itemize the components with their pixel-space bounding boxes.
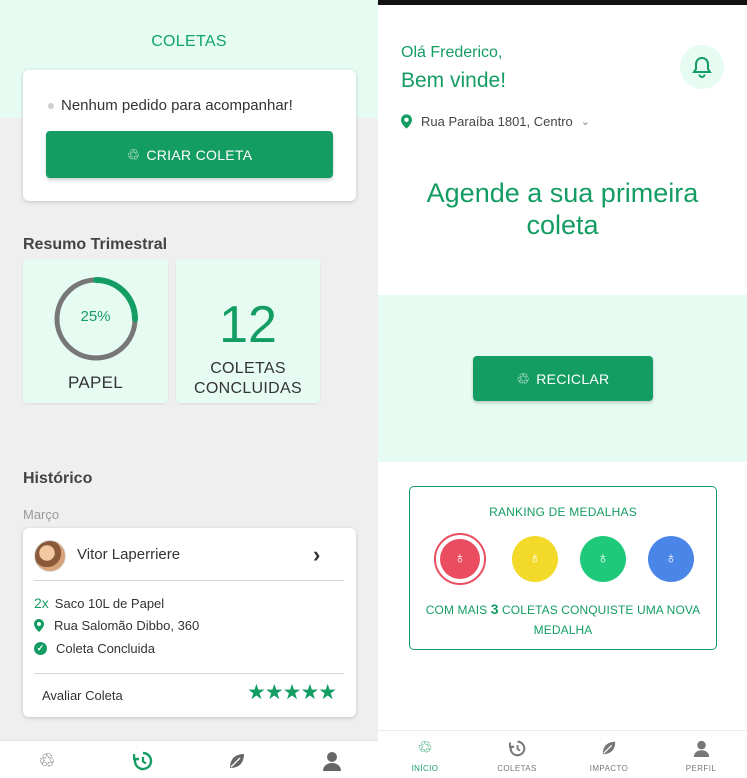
- completed-count-label-line2: CONCLUIDAS: [194, 380, 302, 397]
- check-circle-icon: ✓: [34, 642, 47, 655]
- address-selector[interactable]: Rua Paraíba 1801, Centro ⌄: [401, 114, 590, 129]
- user-icon[interactable]: [320, 749, 344, 773]
- divider: [34, 580, 344, 581]
- medal-message-count: 3: [490, 601, 499, 617]
- headline-line1: Agende a sua primeira: [426, 178, 699, 208]
- paper-label: PAPEL: [67, 373, 124, 392]
- completed-count: 12: [219, 296, 277, 354]
- item-quantity: 2x: [34, 595, 49, 611]
- recycle-band: ♲ RECICLAR: [378, 295, 747, 462]
- medal-message-line2: MEDALHA: [533, 623, 593, 637]
- coletas-screen: COLETAS Nenhum pedido para acompanhar! ♲…: [0, 0, 378, 778]
- create-collection-label: CRIAR COLETA: [146, 146, 253, 163]
- app-stage: COLETAS Nenhum pedido para acompanhar! ♲…: [0, 0, 747, 778]
- nav-impacto[interactable]: IMPACTO: [574, 737, 644, 773]
- medal-ranking-card: RANKING DE MEDALHAS ♁ ♁ ♁ ♁ COM MAIS 3 C…: [409, 486, 717, 650]
- chevron-down-icon: ⌄: [580, 116, 590, 128]
- medal-yellow-icon: ♁: [512, 536, 558, 582]
- rate-collection-label: Avaliar Coleta: [42, 688, 123, 703]
- rating-stars[interactable]: ★★★★★: [247, 680, 337, 705]
- medal-red-icon: ♁: [434, 533, 486, 585]
- tracking-message: Nenhum pedido para acompanhar!: [48, 97, 293, 114]
- recycle-icon: ♲: [417, 738, 433, 757]
- headline: Agende a sua primeira coleta: [378, 177, 747, 241]
- medal-green-icon: ♁: [580, 536, 626, 582]
- chevron-right-icon[interactable]: ›: [313, 542, 320, 568]
- leaf-icon[interactable]: [225, 749, 249, 773]
- home-screen: Olá Frederico, Bem vinde! Rua Paraíba 18…: [378, 0, 747, 778]
- nav-coletas-label: COLETAS: [497, 764, 537, 773]
- headline-line2: coleta: [526, 210, 599, 240]
- item-name: Saco 10L de Papel: [54, 595, 165, 611]
- bottom-nav: ♲: [0, 740, 378, 778]
- history-icon[interactable]: [131, 749, 155, 773]
- welcome-text: Bem vinde!: [401, 69, 507, 92]
- history-address-row: Rua Salomão Dibbo, 360: [34, 618, 199, 633]
- avatar: [34, 540, 66, 572]
- notifications-button[interactable]: [680, 45, 724, 89]
- medal-message: COM MAIS 3 COLETAS CONQUISTE UMA NOVA ME…: [410, 599, 716, 640]
- bell-icon: [692, 56, 712, 78]
- paper-summary-card: 25% PAPEL: [23, 259, 168, 403]
- divider: [34, 673, 344, 674]
- recycle-button-label: RECICLAR: [536, 370, 610, 387]
- nav-impacto-label: IMPACTO: [589, 764, 629, 773]
- medal-message-prefix: COM MAIS: [425, 603, 488, 617]
- medal-message-line1: COM MAIS 3 COLETAS CONQUISTE UMA NOVA: [410, 599, 716, 620]
- history-icon: [482, 737, 552, 759]
- medal-blue-icon: ♁: [648, 536, 694, 582]
- location-pin-icon: [401, 114, 412, 129]
- recycle-icon: ♲: [516, 370, 531, 388]
- tracking-card: Nenhum pedido para acompanhar! ♲ CRIAR C…: [23, 70, 356, 201]
- history-month: Março: [23, 507, 60, 522]
- collector-name: Vitor Laperriere: [77, 546, 181, 563]
- medal-ranking-title: RANKING DE MEDALHAS: [489, 505, 637, 519]
- history-title: Histórico: [23, 470, 93, 487]
- completed-count-label: COLETAS CONCLUIDAS: [176, 359, 320, 399]
- page-title: COLETAS: [151, 33, 227, 50]
- nav-perfil[interactable]: PERFIL: [666, 737, 736, 773]
- recycle-icon[interactable]: ♲: [35, 749, 59, 773]
- paper-percent: 25%: [80, 308, 111, 325]
- history-address: Rua Salomão Dibbo, 360: [54, 618, 200, 633]
- history-status-row: ✓ Coleta Concluida: [34, 641, 155, 656]
- medal-message-suffix: COLETAS CONQUISTE UMA NOVA: [502, 603, 701, 617]
- location-pin-icon: [34, 619, 44, 632]
- recycle-icon: ♲: [126, 146, 141, 164]
- nav-perfil-label: PERFIL: [685, 764, 717, 773]
- nav-coletas[interactable]: COLETAS: [482, 737, 552, 773]
- history-status: Coleta Concluida: [56, 641, 156, 656]
- history-item-row: 2x Saco 10L de Papel: [34, 595, 164, 611]
- leaf-icon: [574, 737, 644, 759]
- user-icon: [666, 737, 736, 759]
- completed-count-card: 12 COLETAS CONCLUIDAS: [176, 259, 320, 403]
- nav-inicio[interactable]: ♲ INÍCIO: [390, 737, 460, 773]
- nav-inicio-label: INÍCIO: [411, 764, 439, 773]
- history-card[interactable]: Vitor Laperriere › 2x Saco 10L de Papel …: [23, 528, 356, 717]
- greeting: Olá Frederico,: [401, 44, 503, 61]
- completed-count-label-line1: COLETAS: [210, 360, 286, 377]
- status-bar: [378, 0, 747, 5]
- summary-title: Resumo Trimestral: [23, 236, 168, 253]
- status-dot-icon: [48, 102, 54, 109]
- address-text: Rua Paraíba 1801, Centro: [421, 114, 573, 129]
- recycle-button[interactable]: ♲ RECICLAR: [473, 356, 653, 401]
- tracking-message-text: Nenhum pedido para acompanhar!: [61, 97, 293, 114]
- create-collection-button[interactable]: ♲ CRIAR COLETA: [46, 131, 333, 178]
- bottom-nav: ♲ INÍCIO COLETAS IMPACTO PERFIL: [378, 730, 747, 778]
